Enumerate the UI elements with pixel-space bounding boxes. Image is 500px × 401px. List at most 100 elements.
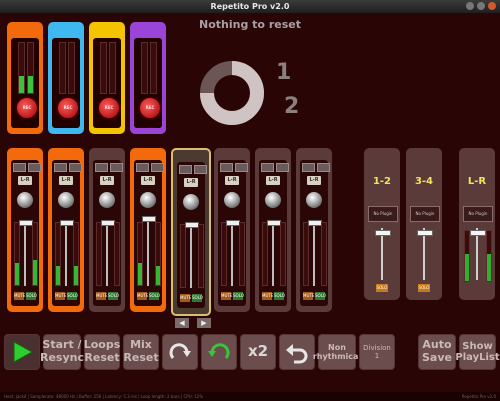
output-routing-button[interactable]: L-R xyxy=(59,176,73,185)
volume-fader-track[interactable] xyxy=(147,220,149,286)
strip-option-button[interactable] xyxy=(136,163,149,172)
bus-fader-handle[interactable] xyxy=(470,230,486,236)
bus-plugin-slot[interactable]: No Plugin xyxy=(410,206,440,222)
bus-fader-handle[interactable] xyxy=(417,230,433,236)
bus-plugin-slot[interactable]: No Plugin xyxy=(368,206,398,222)
solo-button[interactable]: SOLO xyxy=(274,292,285,300)
strip-option-button[interactable] xyxy=(276,163,289,172)
strip-option-button[interactable] xyxy=(28,163,41,172)
channel-strip[interactable]: L-R MUTE SOLO xyxy=(255,148,291,312)
mute-button[interactable]: MUTE xyxy=(303,292,314,300)
volume-fader-track[interactable] xyxy=(231,220,233,286)
previous-channel-button[interactable]: ◀ xyxy=(175,318,189,328)
pan-knob[interactable] xyxy=(183,194,199,210)
solo-button[interactable]: SOLO xyxy=(26,292,37,300)
channel-strip[interactable]: L-R MUTE SOLO xyxy=(89,148,125,312)
solo-button[interactable]: SOLO xyxy=(233,292,244,300)
volume-fader-handle[interactable] xyxy=(308,219,322,226)
output-routing-button[interactable]: L-R xyxy=(18,176,32,185)
mute-button[interactable]: MUTE xyxy=(137,292,148,300)
record-button[interactable]: REC xyxy=(97,96,121,120)
channel-strip[interactable]: L-R MUTE SOLO xyxy=(7,148,43,312)
strip-option-button[interactable] xyxy=(13,163,26,172)
pan-knob[interactable] xyxy=(58,192,74,208)
output-routing-button[interactable]: L-R xyxy=(184,178,198,187)
pan-knob[interactable] xyxy=(224,192,240,208)
strip-option-button[interactable] xyxy=(54,163,67,172)
next-channel-button[interactable]: ▶ xyxy=(197,318,211,328)
solo-button[interactable]: SOLO xyxy=(192,294,203,302)
output-routing-button[interactable]: L-R xyxy=(266,176,280,185)
volume-fader-handle[interactable] xyxy=(142,215,156,222)
volume-fader-track[interactable] xyxy=(190,222,192,288)
mute-button[interactable]: MUTE xyxy=(55,292,66,300)
volume-fader-handle[interactable] xyxy=(101,219,115,226)
volume-fader-handle[interactable] xyxy=(60,219,74,226)
double-speed-button[interactable]: x2 xyxy=(240,334,276,370)
volume-fader-track[interactable] xyxy=(65,220,67,286)
auto-save-button[interactable]: Auto Save xyxy=(418,334,456,370)
solo-button[interactable]: SOLO xyxy=(108,292,119,300)
record-button[interactable]: REC xyxy=(56,96,80,120)
volume-fader-track[interactable] xyxy=(24,220,26,286)
strip-option-button[interactable] xyxy=(220,163,233,172)
volume-fader-track[interactable] xyxy=(313,220,315,286)
pan-knob[interactable] xyxy=(140,192,156,208)
strip-option-button[interactable] xyxy=(317,163,330,172)
bus-plugin-slot[interactable]: No Plugin xyxy=(463,206,493,222)
pan-knob[interactable] xyxy=(265,192,281,208)
strip-option-button[interactable] xyxy=(194,165,207,174)
maximize-button[interactable] xyxy=(477,2,485,10)
start-resync-button[interactable]: Start / Resync xyxy=(40,334,84,370)
pan-knob[interactable] xyxy=(17,192,33,208)
strip-option-button[interactable] xyxy=(151,163,164,172)
solo-button[interactable]: SOLO xyxy=(67,292,78,300)
solo-button[interactable]: SOLO xyxy=(149,292,160,300)
minimize-button[interactable] xyxy=(466,2,474,10)
record-button[interactable]: REC xyxy=(138,96,162,120)
strip-option-button[interactable] xyxy=(95,163,108,172)
show-playlist-button[interactable]: Show PlayList xyxy=(455,334,500,370)
channel-strip[interactable]: L-R MUTE SOLO xyxy=(214,148,250,312)
volume-fader-handle[interactable] xyxy=(267,219,281,226)
mute-button[interactable]: MUTE xyxy=(96,292,107,300)
channel-strip[interactable]: L-R MUTE SOLO xyxy=(48,148,84,312)
strip-option-button[interactable] xyxy=(302,163,315,172)
strip-option-button[interactable] xyxy=(261,163,274,172)
loops-reset-button[interactable]: Loops Reset xyxy=(84,334,120,370)
volume-fader-handle[interactable] xyxy=(19,219,33,226)
channel-strip[interactable]: L-R MUTE SOLO ◀ ▶ xyxy=(171,148,211,328)
division-control[interactable]: Division 1 xyxy=(359,334,395,370)
output-routing-button[interactable]: L-R xyxy=(100,176,114,185)
bus-fader-handle[interactable] xyxy=(375,230,391,236)
return-button[interactable] xyxy=(279,334,315,370)
solo-button[interactable]: SOLO xyxy=(315,292,326,300)
mute-button[interactable]: MUTE xyxy=(14,292,25,300)
volume-fader-track[interactable] xyxy=(272,220,274,286)
pan-knob[interactable] xyxy=(306,192,322,208)
strip-option-button[interactable] xyxy=(110,163,123,172)
pan-knob[interactable] xyxy=(99,192,115,208)
output-routing-button[interactable]: L-R xyxy=(225,176,239,185)
channel-strip[interactable]: L-R MUTE SOLO xyxy=(296,148,332,312)
strip-option-button[interactable] xyxy=(179,165,192,174)
volume-fader-handle[interactable] xyxy=(185,221,199,228)
mix-reset-button[interactable]: Mix Reset xyxy=(123,334,159,370)
channel-strip[interactable]: L-R MUTE SOLO xyxy=(130,148,166,312)
mute-button[interactable]: MUTE xyxy=(221,292,232,300)
play-button[interactable] xyxy=(4,334,40,370)
strip-option-button[interactable] xyxy=(235,163,248,172)
undo-button[interactable] xyxy=(201,334,237,370)
close-button[interactable] xyxy=(488,2,496,10)
bus-solo-button[interactable]: SOLO xyxy=(376,284,388,292)
redo-button[interactable] xyxy=(162,334,198,370)
non-rhythmical-button[interactable]: Non rhythmical xyxy=(313,334,361,370)
mute-button[interactable]: MUTE xyxy=(262,292,273,300)
strip-option-button[interactable] xyxy=(69,163,82,172)
output-routing-button[interactable]: L-R xyxy=(307,176,321,185)
bus-solo-button[interactable]: SOLO xyxy=(418,284,430,292)
record-button[interactable]: REC xyxy=(15,96,39,120)
output-routing-button[interactable]: L-R xyxy=(141,176,155,185)
volume-fader-track[interactable] xyxy=(106,220,108,286)
volume-fader-handle[interactable] xyxy=(226,219,240,226)
